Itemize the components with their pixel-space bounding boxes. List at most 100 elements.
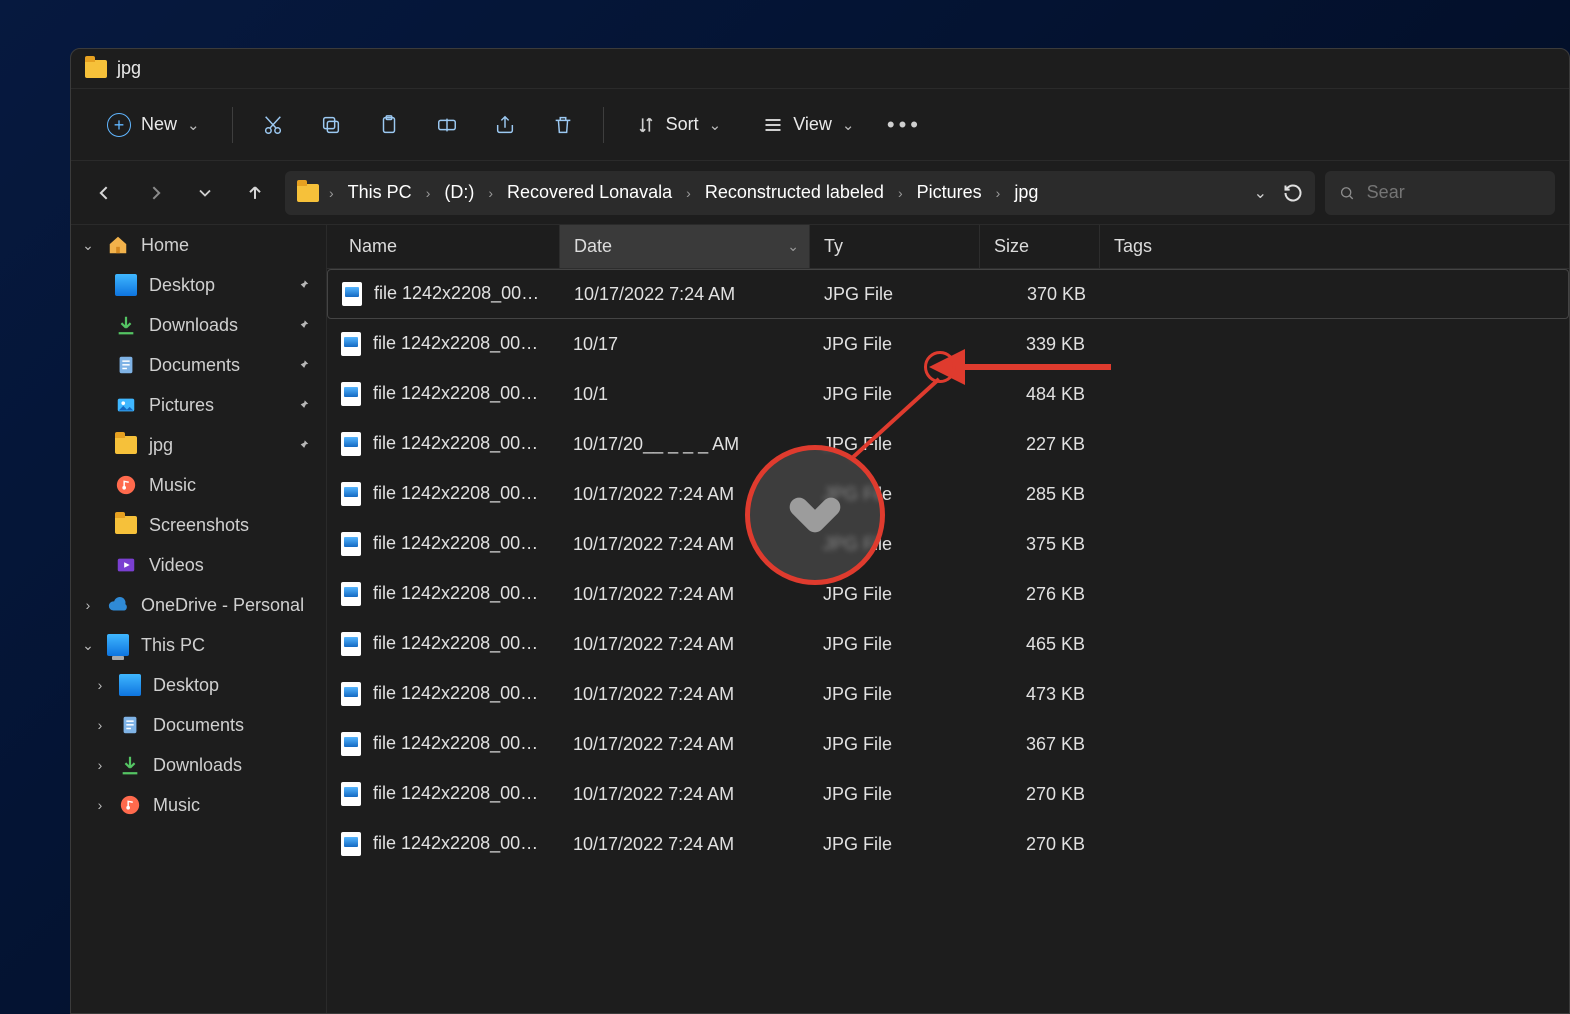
back-button[interactable] [85, 173, 125, 213]
file-name-cell: file 1242x2208_000... [327, 332, 559, 356]
copy-button[interactable] [307, 104, 355, 146]
file-icon [341, 782, 361, 806]
forward-button[interactable] [135, 173, 175, 213]
cloud-icon [107, 594, 129, 616]
file-type-cell: JPG File [809, 384, 979, 405]
file-row[interactable]: file 1242x2208_000... 10/17/2022 7:24 AM… [327, 469, 1569, 519]
rename-button[interactable] [423, 104, 471, 146]
cut-button[interactable] [249, 104, 297, 146]
chevron-down-icon: ⌄ [842, 116, 855, 134]
sidebar-item-onedrive[interactable]: ›OneDrive - Personal [71, 585, 326, 625]
videos-icon [115, 554, 137, 576]
sidebar-item-home[interactable]: ⌄Home [71, 225, 326, 265]
sidebar-item-pc-downloads[interactable]: ›Downloads [71, 745, 326, 785]
chevron-right-icon[interactable]: › [93, 797, 107, 813]
separator [603, 107, 604, 143]
recent-locations-button[interactable] [185, 173, 225, 213]
sidebar-item-pc-music[interactable]: ›Music [71, 785, 326, 825]
share-button[interactable] [481, 104, 529, 146]
sidebar-item-documents[interactable]: Documents [71, 345, 326, 385]
column-header-size[interactable]: Size [979, 225, 1099, 268]
sidebar-item-pc-desktop[interactable]: ›Desktop [71, 665, 326, 705]
sidebar-item-thispc[interactable]: ⌄This PC [71, 625, 326, 665]
file-name-cell: file 1242x2208_000... [327, 532, 559, 556]
sidebar-item-screenshots[interactable]: Screenshots [71, 505, 326, 545]
sidebar-item-music[interactable]: Music [71, 465, 326, 505]
file-row[interactable]: file 1242x2208_000... 10/17/2022 7:24 AM… [327, 819, 1569, 869]
chevron-right-icon[interactable]: › [93, 717, 107, 733]
breadcrumb[interactable]: This PC [344, 178, 416, 208]
file-row[interactable]: file 1242x2208_000... 10/17/2022 7:24 AM… [327, 769, 1569, 819]
chevron-down-icon[interactable]: ⌄ [81, 637, 95, 654]
breadcrumb[interactable]: jpg [1010, 178, 1042, 208]
documents-icon [119, 714, 141, 736]
address-bar[interactable]: › This PC › (D:) › Recovered Lonavala › … [285, 171, 1315, 215]
file-size-cell: 367 KB [979, 734, 1099, 755]
column-header-date[interactable]: Date⌄ [559, 225, 809, 268]
sort-button[interactable]: Sort ⌄ [620, 104, 738, 146]
file-type-cell: JPG File [809, 334, 979, 355]
file-date-cell: 10/17/2022 7:24 AM [560, 284, 810, 305]
breadcrumb[interactable]: Recovered Lonavala [503, 178, 676, 208]
file-size-cell: 285 KB [979, 484, 1099, 505]
sidebar-item-desktop[interactable]: Desktop [71, 265, 326, 305]
breadcrumb[interactable]: Pictures [913, 178, 986, 208]
separator [232, 107, 233, 143]
column-header-tags[interactable]: Tags [1099, 225, 1569, 268]
pin-icon [296, 398, 310, 412]
chevron-right-icon[interactable]: › [93, 677, 107, 693]
chevron-right-icon: › [426, 185, 431, 201]
chevron-right-icon[interactable]: › [93, 757, 107, 773]
sidebar-item-jpg[interactable]: jpg [71, 425, 326, 465]
new-button[interactable]: + New ⌄ [91, 104, 216, 146]
view-button[interactable]: View ⌄ [747, 104, 870, 146]
file-type-cell: JPG File [809, 734, 979, 755]
sidebar-item-downloads[interactable]: Downloads [71, 305, 326, 345]
file-row[interactable]: file 1242x2208_000... 10/17/2022 7:24 AM… [327, 669, 1569, 719]
chevron-down-icon[interactable]: ⌄ [81, 237, 95, 254]
up-button[interactable] [235, 173, 275, 213]
more-button[interactable]: ••• [880, 104, 928, 146]
refresh-icon[interactable] [1283, 183, 1303, 203]
pin-icon [296, 438, 310, 452]
music-icon [115, 474, 137, 496]
file-row[interactable]: file 1242x2208_000... 10/17/2022 7:24 AM… [327, 519, 1569, 569]
file-type-cell: JPG File [809, 834, 979, 855]
file-row[interactable]: file 1242x2208_000... 10/17/20__ _ _ _ A… [327, 419, 1569, 469]
delete-button[interactable] [539, 104, 587, 146]
pin-icon [296, 278, 310, 292]
file-row[interactable]: file 1242x2208_000... 10/17 JPG File 339… [327, 319, 1569, 369]
sidebar-item-pc-documents[interactable]: ›Documents [71, 705, 326, 745]
file-size-cell: 484 KB [979, 384, 1099, 405]
file-date-cell: 10/17/2022 7:24 AM [559, 634, 809, 655]
file-icon [341, 532, 361, 556]
pin-icon [296, 358, 310, 372]
address-dropdown-icon[interactable]: ⌄ [1254, 183, 1267, 203]
sidebar-item-videos[interactable]: Videos [71, 545, 326, 585]
file-icon [341, 332, 361, 356]
column-header-name[interactable]: Name [327, 225, 559, 268]
file-date-cell: 10/17/20__ _ _ _ AM [559, 434, 809, 455]
search-input[interactable] [1365, 181, 1541, 204]
file-name-cell: file 1242x2208_000... [327, 732, 559, 756]
paste-button[interactable] [365, 104, 413, 146]
nav-row: › This PC › (D:) › Recovered Lonavala › … [71, 161, 1569, 225]
column-header-type[interactable]: Ty [809, 225, 979, 268]
chevron-down-icon[interactable]: ⌄ [787, 238, 799, 255]
file-type-cell: JPG File [809, 584, 979, 605]
file-row[interactable]: file 1242x2208_000... 10/1 JPG File 484 … [327, 369, 1569, 419]
breadcrumb[interactable]: Reconstructed labeled [701, 178, 888, 208]
chevron-right-icon[interactable]: › [81, 597, 95, 613]
breadcrumb[interactable]: (D:) [440, 178, 478, 208]
folder-icon [297, 182, 319, 204]
file-row[interactable]: file 1242x2208_000... 10/17/2022 7:24 AM… [327, 569, 1569, 619]
file-date-cell: 10/17/2022 7:24 AM [559, 834, 809, 855]
titlebar[interactable]: jpg [71, 49, 1569, 89]
file-icon [341, 632, 361, 656]
sidebar-item-pictures[interactable]: Pictures [71, 385, 326, 425]
file-name-cell: file 1242x2208_000... [327, 432, 559, 456]
search-box[interactable] [1325, 171, 1555, 215]
file-row[interactable]: file 1242x2208_000... 10/17/2022 7:24 AM… [327, 269, 1569, 319]
file-row[interactable]: file 1242x2208_000... 10/17/2022 7:24 AM… [327, 719, 1569, 769]
file-row[interactable]: file 1242x2208_000... 10/17/2022 7:24 AM… [327, 619, 1569, 669]
